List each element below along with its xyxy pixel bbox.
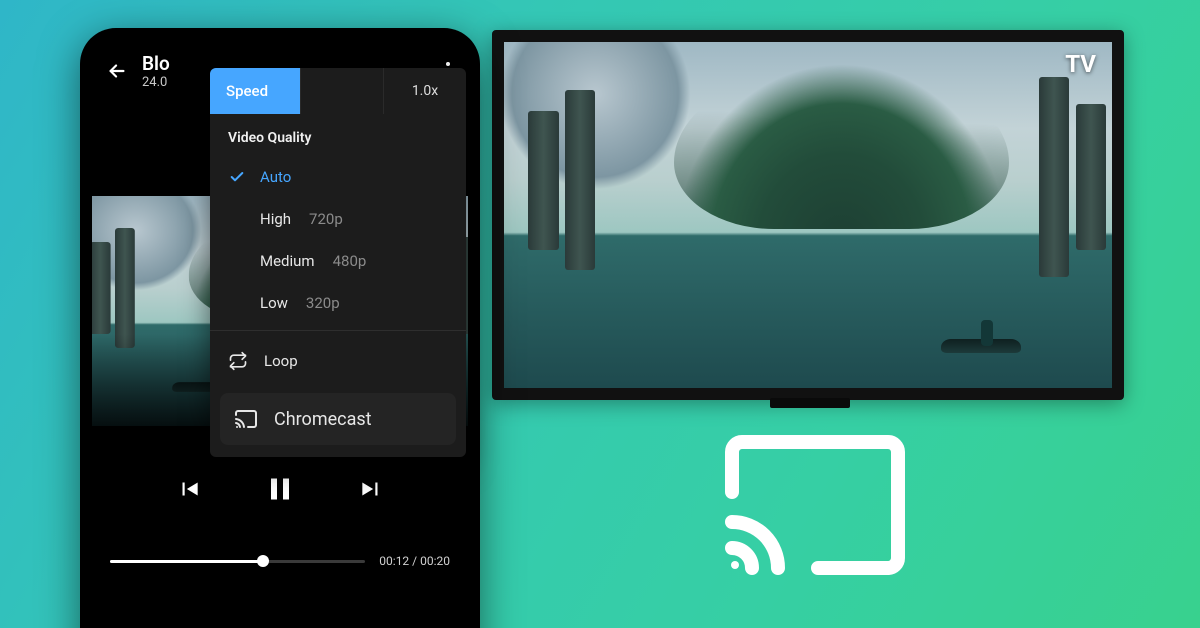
promo-stage: TV Blo 24.0	[0, 0, 1200, 628]
quality-option-label: Low	[260, 294, 288, 312]
time-display: 00:12 / 00:20	[379, 554, 450, 568]
prev-button[interactable]	[176, 476, 202, 506]
quality-option-low[interactable]: Low 320p	[210, 282, 466, 324]
cast-icon	[234, 407, 258, 431]
quality-option-list: Auto High 720p Medium 480p Low 320p	[210, 156, 466, 324]
quality-option-res: 720p	[309, 210, 343, 228]
speed-option-blank-1[interactable]	[300, 68, 383, 114]
loop-label: Loop	[264, 352, 298, 370]
loop-icon	[228, 351, 248, 371]
quality-option-res: 320p	[306, 294, 340, 312]
player-settings-popover: Speed 1.0x Video Quality Auto High 720p Med…	[210, 68, 466, 457]
check-icon	[228, 169, 246, 185]
quality-option-label: High	[260, 210, 291, 228]
play-pause-button[interactable]	[262, 471, 298, 511]
transport-controls	[92, 466, 468, 516]
tv-scene	[504, 42, 1112, 388]
divider	[210, 330, 466, 331]
loop-toggle[interactable]: Loop	[210, 337, 466, 385]
time-total: 00:20	[420, 554, 450, 568]
tv-label: TV	[1065, 50, 1096, 78]
speed-label[interactable]: Speed	[210, 68, 300, 114]
next-button[interactable]	[358, 476, 384, 506]
speed-options: 1.0x	[300, 68, 466, 114]
quality-option-medium[interactable]: Medium 480p	[210, 240, 466, 282]
quality-option-label: Medium	[260, 252, 315, 270]
tv-screen: TV	[504, 42, 1112, 388]
quality-option-auto[interactable]: Auto	[210, 156, 466, 198]
tv-frame: TV	[492, 30, 1124, 400]
quality-option-high[interactable]: High 720p	[210, 198, 466, 240]
seek-row: 00:12 / 00:20	[92, 554, 468, 568]
chromecast-label: Chromecast	[274, 409, 372, 430]
back-button[interactable]	[106, 60, 128, 82]
speed-row: Speed 1.0x	[210, 68, 466, 114]
quality-header: Video Quality	[210, 114, 466, 156]
cast-icon-large	[720, 430, 910, 580]
quality-option-res: 480p	[333, 252, 367, 270]
seek-fill	[110, 560, 263, 563]
tv-stand	[770, 398, 850, 408]
chromecast-button[interactable]: Chromecast	[220, 393, 456, 445]
seek-thumb[interactable]	[257, 555, 269, 567]
quality-option-label: Auto	[260, 168, 291, 186]
speed-option-current[interactable]: 1.0x	[383, 68, 466, 114]
seek-bar[interactable]	[110, 560, 365, 563]
time-current: 00:12	[379, 554, 409, 568]
